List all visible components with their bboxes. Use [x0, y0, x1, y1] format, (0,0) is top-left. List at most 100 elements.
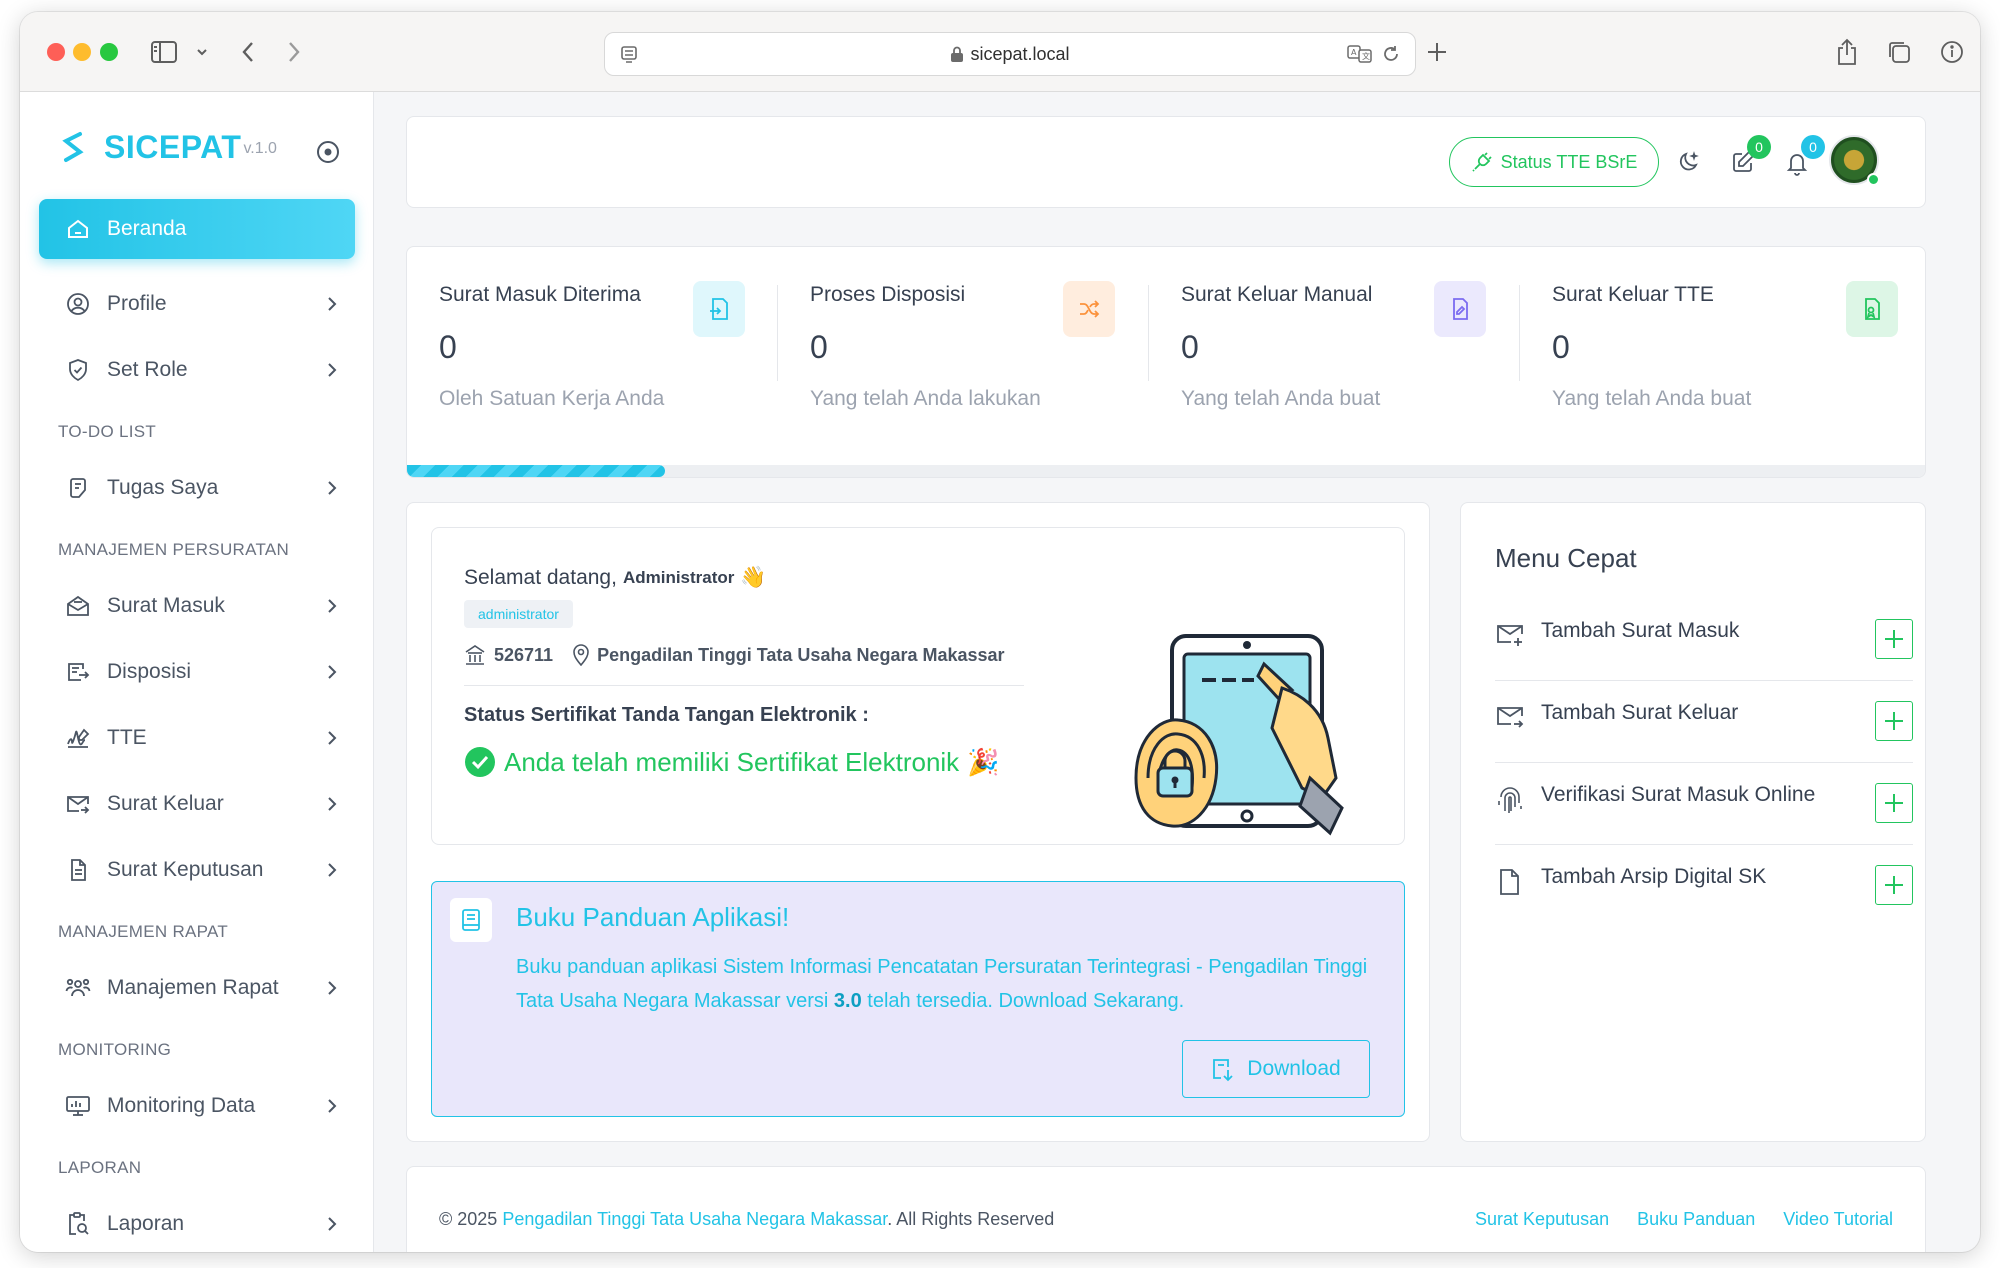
footer-links: Surat Keputusan Buku Panduan Video Tutor… [1475, 1209, 1893, 1230]
sidebar-item-label: Beranda [107, 217, 187, 240]
file-edit-icon [1434, 281, 1486, 337]
sidebar-item-disposisi[interactable]: Disposisi [39, 646, 355, 698]
info-icon[interactable] [1940, 38, 1964, 66]
browser-window: sicepat.local A文 SICEPAT v.1.0 Beranda P… [20, 12, 1980, 1252]
sidebar-item-manajemen-rapat[interactable]: Manajemen Rapat [39, 962, 355, 1014]
sidebar-item-label: Surat Masuk [107, 594, 225, 617]
footer-link-surat-keputusan[interactable]: Surat Keputusan [1475, 1209, 1609, 1230]
sidebar-item-label: Disposisi [107, 660, 192, 683]
forward-arrow-icon[interactable] [286, 38, 302, 66]
quick-item-verifikasi-surat-masuk[interactable]: Verifikasi Surat Masuk Online [1495, 763, 1913, 845]
svg-text:A: A [1351, 48, 1357, 57]
welcome-card: Selamat datang, Administrator 👋 administ… [431, 527, 1405, 845]
role-badge: administrator [464, 600, 573, 628]
quick-item-tambah-surat-keluar[interactable]: Tambah Surat Keluar [1495, 681, 1913, 763]
sidebar-item-profile[interactable]: Profile [39, 278, 355, 330]
file-icon [1495, 867, 1523, 902]
quick-menu: Menu Cepat Tambah Surat Masuk Tambah Sur… [1460, 502, 1926, 1142]
url-text: sicepat.local [970, 43, 1070, 64]
chevron-right-icon [327, 294, 337, 318]
stat-title: Surat Keluar TTE [1552, 283, 1714, 306]
translate-icon[interactable]: A文 [1347, 44, 1373, 64]
share-icon[interactable] [1836, 38, 1858, 66]
plug-icon [1472, 152, 1492, 172]
reload-icon[interactable] [1381, 44, 1401, 64]
download-label: Download [1247, 1057, 1341, 1080]
download-button[interactable]: Download [1182, 1040, 1370, 1098]
sidebar-item-set-role[interactable]: Set Role [39, 344, 355, 396]
guide-version: 3.0 [833, 990, 862, 1012]
app-logo[interactable]: SICEPAT v.1.0 [58, 128, 277, 166]
page-menu-icon[interactable] [619, 45, 639, 70]
back-arrow-icon[interactable] [240, 38, 256, 66]
new-tab-icon[interactable] [1426, 38, 1448, 66]
guide-title: Buku Panduan Aplikasi! [516, 902, 790, 932]
quick-item-label: Tambah Surat Masuk [1541, 619, 1740, 642]
share-list-icon [65, 659, 91, 685]
footer: © 2025 Pengadilan Tinggi Tata Usaha Nega… [406, 1166, 1926, 1252]
sidebar-item-surat-keluar[interactable]: Surat Keluar [39, 778, 355, 830]
circle-dot-icon [317, 141, 339, 163]
plus-icon[interactable] [1875, 619, 1913, 659]
sidebar-item-label: Monitoring Data [107, 1094, 256, 1117]
plus-icon[interactable] [1875, 701, 1913, 741]
sidebar-item-surat-keputusan[interactable]: Surat Keputusan [39, 844, 355, 896]
sidebar-item-laporan[interactable]: Laporan [39, 1198, 355, 1250]
quick-item-label: Tambah Arsip Digital SK [1541, 865, 1767, 888]
online-status-dot [1867, 173, 1880, 186]
stat-surat-masuk: Surat Masuk Diterima 0 Oleh Satuan Kerja… [439, 281, 809, 423]
lock-icon [951, 46, 964, 62]
digital-signature-illustration [1132, 628, 1352, 843]
chevron-right-icon [327, 860, 337, 884]
nav-section-todo: TO-DO LIST [58, 422, 157, 441]
edit-badge: 0 [1747, 135, 1771, 159]
sidebar-toggle-icon[interactable] [150, 38, 178, 66]
signature-icon [65, 725, 91, 751]
footer-link-video-tutorial[interactable]: Video Tutorial [1783, 1209, 1893, 1230]
shuffle-icon [1063, 281, 1115, 337]
quick-item-tambah-arsip-sk[interactable]: Tambah Arsip Digital SK [1495, 845, 1913, 927]
report-search-icon [65, 1211, 91, 1237]
office-info: 526711 Pengadilan Tinggi Tata Usaha Nega… [464, 644, 1005, 666]
close-window-button[interactable] [47, 43, 65, 61]
file-text-icon [65, 857, 91, 883]
sidebar-collapse-toggle[interactable] [316, 140, 340, 169]
quick-item-tambah-surat-masuk[interactable]: Tambah Surat Masuk [1495, 599, 1913, 681]
sidebar-item-tugas-saya[interactable]: Tugas Saya [39, 462, 355, 514]
chevron-right-icon [327, 478, 337, 502]
file-signature-icon [1846, 281, 1898, 337]
stat-title: Surat Keluar Manual [1181, 283, 1373, 306]
stats-card: Surat Masuk Diterima 0 Oleh Satuan Kerja… [406, 246, 1926, 478]
sidebar-item-surat-masuk[interactable]: Surat Masuk [39, 580, 355, 632]
stat-value: 0 [1552, 329, 1570, 365]
minimize-window-button[interactable] [73, 43, 91, 61]
sidebar-item-label: Tugas Saya [107, 476, 219, 499]
quick-item-label: Tambah Surat Keluar [1541, 701, 1739, 724]
party-emoji: 🎉 [967, 746, 1000, 777]
clipboard-list-icon [65, 475, 91, 501]
stat-subtitle: Yang telah Anda buat [1181, 387, 1381, 410]
stat-value: 0 [439, 329, 457, 365]
sidebar-item-monitoring-data[interactable]: Monitoring Data [39, 1080, 355, 1132]
progress-bar [407, 465, 666, 477]
footer-link-buku-panduan[interactable]: Buku Panduan [1637, 1209, 1755, 1230]
plus-icon[interactable] [1875, 865, 1913, 905]
status-tte-button[interactable]: Status TTE BSrE [1449, 137, 1659, 187]
dark-mode-toggle[interactable] [1677, 150, 1701, 179]
sidebar-item-label: Manajemen Rapat [107, 976, 279, 999]
certificate-status: Anda telah memiliki Sertifikat Elektroni… [464, 746, 1000, 778]
stat-surat-keluar-manual: Surat Keluar Manual 0 Yang telah Anda bu… [1181, 281, 1551, 423]
chevron-down-icon[interactable] [196, 38, 208, 66]
guide-alert: Buku Panduan Aplikasi! Buku panduan apli… [431, 881, 1405, 1117]
tabs-overview-icon[interactable] [1886, 38, 1912, 66]
sidebar-item-tte[interactable]: TTE [39, 712, 355, 764]
footer-org-link[interactable]: Pengadilan Tinggi Tata Usaha Negara Maka… [502, 1209, 887, 1229]
login-icon [693, 281, 745, 337]
download-icon [1213, 1059, 1233, 1082]
stat-subtitle: Oleh Satuan Kerja Anda [439, 387, 665, 410]
sidebar-item-beranda[interactable]: Beranda [39, 199, 355, 259]
zoom-window-button[interactable] [100, 43, 118, 61]
quick-item-label: Verifikasi Surat Masuk Online [1541, 783, 1816, 806]
address-bar[interactable]: sicepat.local A文 [604, 32, 1416, 76]
plus-icon[interactable] [1875, 783, 1913, 823]
